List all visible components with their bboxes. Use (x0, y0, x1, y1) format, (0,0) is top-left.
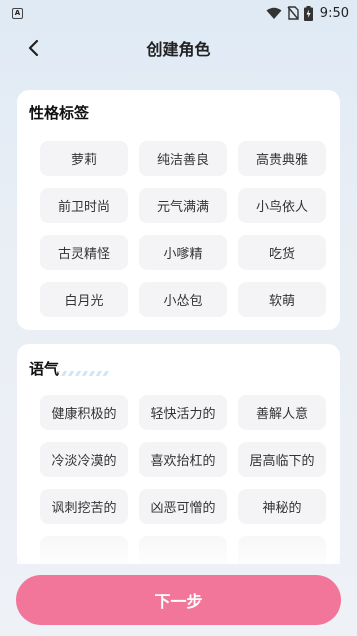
tone-tag-grid: 健康积极的 轻快活力的 善解人意 冷淡冷漠的 喜欢抬杠的 居高临下的 讽刺挖苦的… (40, 395, 328, 564)
tone-tag[interactable] (139, 536, 227, 564)
personality-tag[interactable]: 小鸟依人 (238, 188, 326, 223)
status-bar: A 9:50 (0, 0, 357, 26)
personality-tag[interactable]: 纯洁善良 (139, 141, 227, 176)
wifi-icon (266, 7, 282, 19)
tone-tag[interactable]: 讽刺挖苦的 (40, 489, 128, 524)
tone-tag[interactable]: 善解人意 (238, 395, 326, 430)
personality-tag[interactable]: 小怂包 (139, 282, 227, 317)
personality-title: 性格标签 (29, 104, 90, 122)
personality-tag[interactable]: 古灵精怪 (40, 235, 128, 270)
tone-tag[interactable]: 轻快活力的 (139, 395, 227, 430)
tone-tag[interactable]: 健康积极的 (40, 395, 128, 430)
personality-tag-grid: 萝莉 纯洁善良 高贵典雅 前卫时尚 元气满满 小鸟依人 古灵精怪 小嗲精 吃货 … (40, 141, 328, 317)
personality-tag[interactable]: 软萌 (238, 282, 326, 317)
battery-charging-icon (303, 5, 313, 21)
personality-tag[interactable]: 元气满满 (139, 188, 227, 223)
no-sim-icon (287, 6, 299, 20)
chevron-left-icon (28, 39, 39, 57)
personality-tag[interactable]: 前卫时尚 (40, 188, 128, 223)
tone-tag[interactable] (40, 536, 128, 564)
tone-card: 语气 健康积极的 轻快活力的 善解人意 冷淡冷漠的 喜欢抬杠的 居高临下的 讽刺… (17, 344, 340, 564)
app-notification-icon: A (12, 7, 23, 19)
back-button[interactable] (20, 34, 48, 62)
tone-tag[interactable]: 神秘的 (238, 489, 326, 524)
status-time: 9:50 (319, 5, 349, 21)
page-title: 创建角色 (146, 40, 211, 59)
personality-tag[interactable]: 萝莉 (40, 141, 128, 176)
personality-card: 性格标签 萝莉 纯洁善良 高贵典雅 前卫时尚 元气满满 小鸟依人 古灵精怪 小嗲… (17, 90, 340, 330)
personality-tag[interactable]: 吃货 (238, 235, 326, 270)
tone-title: 语气 (29, 360, 60, 378)
header: 创建角色 (0, 26, 357, 70)
tone-tag[interactable]: 凶恶可憎的 (139, 489, 227, 524)
personality-tag[interactable]: 高贵典雅 (238, 141, 326, 176)
personality-tag[interactable]: 小嗲精 (139, 235, 227, 270)
tone-tag[interactable] (238, 536, 326, 564)
title-stripe-decoration (57, 371, 109, 376)
tone-tag[interactable]: 冷淡冷漠的 (40, 442, 128, 477)
next-step-button[interactable]: 下一步 (16, 575, 341, 625)
tone-tag[interactable]: 居高临下的 (238, 442, 326, 477)
tone-tag[interactable]: 喜欢抬杠的 (139, 442, 227, 477)
personality-tag[interactable]: 白月光 (40, 282, 128, 317)
